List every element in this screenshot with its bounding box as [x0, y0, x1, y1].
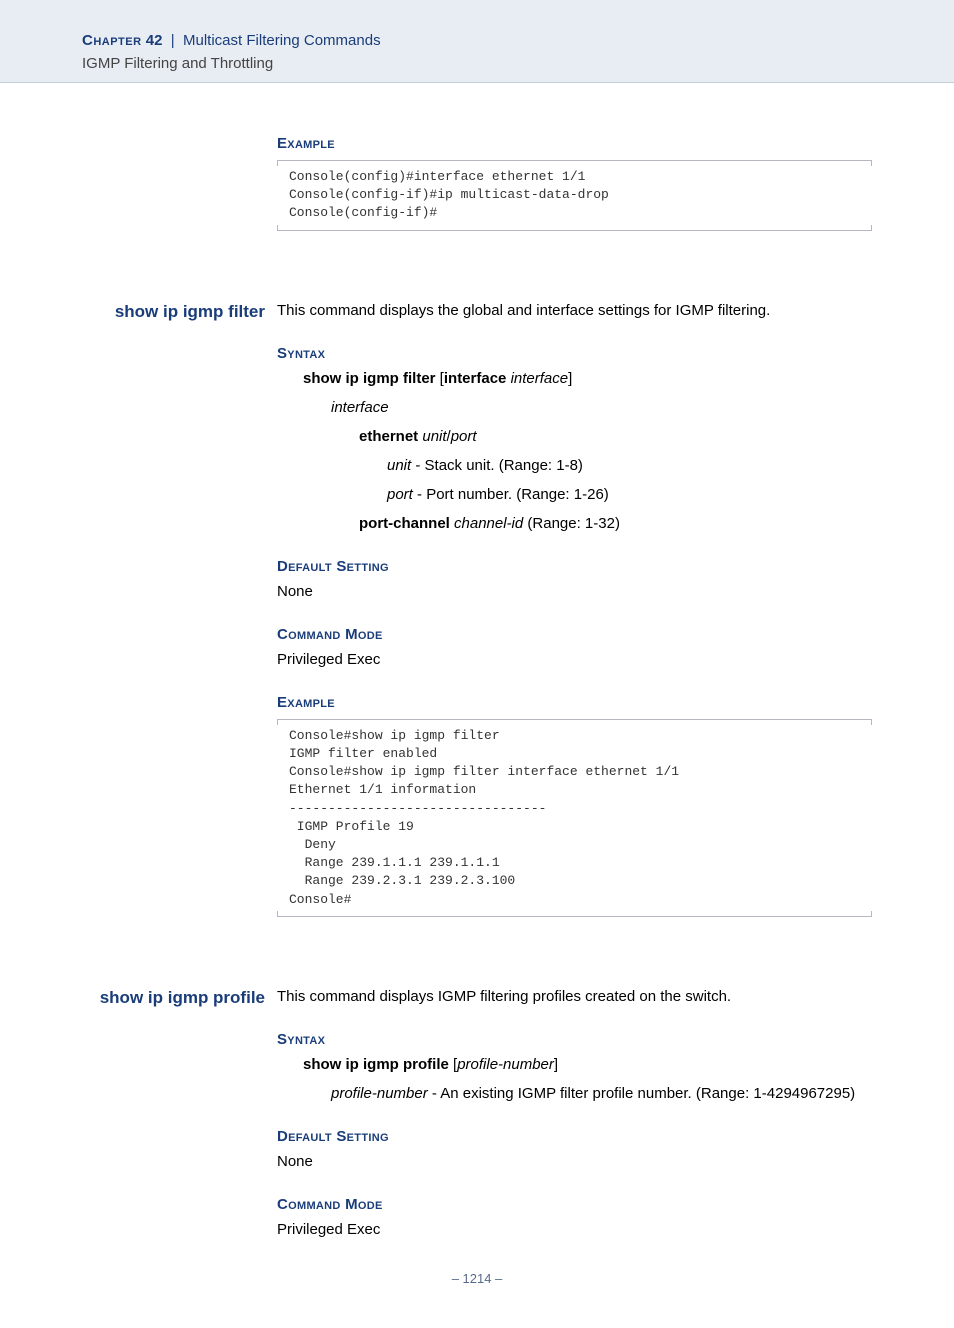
heading-syntax: Syntax [277, 1029, 872, 1050]
command-row-profile: show ip igmp profile This command displa… [82, 986, 872, 1240]
chapter-subtitle: IGMP Filtering and Throttling [82, 53, 872, 74]
command-row-filter: show ip igmp filter This command display… [82, 300, 872, 923]
chapter-sep: | [171, 32, 175, 49]
syntax-profile-number: profile-number - An existing IGMP filter… [303, 1083, 872, 1104]
syntax-ethernet: ethernet unit/port [303, 426, 872, 447]
page-number: – 1214 – [82, 1270, 872, 1288]
code-text: Console(config)#interface ethernet 1/1 C… [277, 160, 872, 231]
syntax-unit: unit - Stack unit. (Range: 1-8) [303, 455, 872, 476]
heading-syntax: Syntax [277, 343, 872, 364]
syntax-line: show ip igmp filter [interface interface… [303, 368, 872, 389]
syntax-portchannel: port-channel channel-id (Range: 1-32) [303, 513, 872, 534]
default-value: None [277, 581, 872, 602]
syntax-line: show ip igmp profile [profile-number] [303, 1054, 872, 1075]
command-name-profile: show ip igmp profile [100, 988, 265, 1007]
page: Chapter 42 | Multicast Filtering Command… [0, 0, 954, 1328]
command-name-filter: show ip igmp filter [115, 302, 265, 321]
syntax-block-profile: show ip igmp profile [profile-number] pr… [277, 1054, 872, 1104]
chapter-number: 42 [146, 32, 163, 49]
chapter-line: Chapter 42 | Multicast Filtering Command… [82, 30, 872, 51]
mode-value: Privileged Exec [277, 649, 872, 670]
heading-mode: Command Mode [277, 624, 872, 645]
command-desc-filter: This command displays the global and int… [277, 302, 770, 319]
section-example-prev: Example Console(config)#interface ethern… [82, 133, 872, 237]
page-content: Example Console(config)#interface ethern… [0, 133, 954, 1288]
default-value: None [277, 1151, 872, 1172]
code-block: Console(config)#interface ethernet 1/1 C… [277, 160, 872, 231]
heading-default: Default Setting [277, 556, 872, 577]
command-desc-profile: This command displays IGMP filtering pro… [277, 988, 731, 1005]
syntax-port: port - Port number. (Range: 1-26) [303, 484, 872, 505]
code-text: Console#show ip igmp filter IGMP filter … [277, 719, 872, 917]
chapter-title: Multicast Filtering Commands [183, 32, 381, 49]
heading-example: Example [277, 692, 872, 713]
page-header: Chapter 42 | Multicast Filtering Command… [0, 0, 954, 83]
heading-default: Default Setting [277, 1126, 872, 1147]
code-block: Console#show ip igmp filter IGMP filter … [277, 719, 872, 917]
heading-example: Example [277, 133, 872, 154]
heading-mode: Command Mode [277, 1194, 872, 1215]
syntax-block-filter: show ip igmp filter [interface interface… [277, 368, 872, 534]
chapter-word: Chapter [82, 32, 142, 49]
syntax-interface: interface [303, 397, 872, 418]
mode-value: Privileged Exec [277, 1219, 872, 1240]
